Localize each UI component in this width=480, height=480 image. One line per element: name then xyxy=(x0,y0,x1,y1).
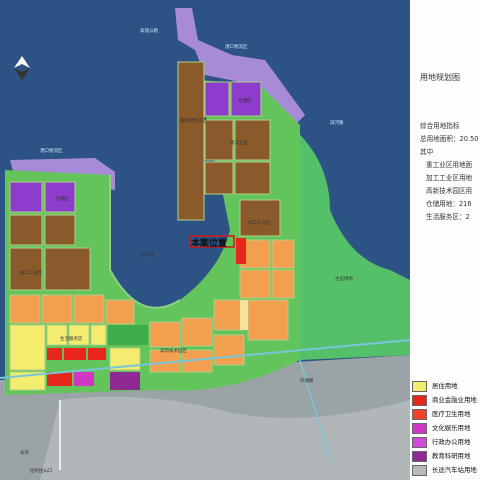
parcel-hitech-3 xyxy=(73,294,105,324)
parcel-heavy-4 xyxy=(234,161,271,195)
legend-swatch xyxy=(412,409,427,420)
parcel-res-2 xyxy=(46,324,68,346)
label-port-west: 港口物流区 xyxy=(40,149,63,154)
label-road-east: 滨河路 xyxy=(330,121,344,126)
total-area: 总用地面积：20.50 xyxy=(420,135,479,143)
parcel-hitech-15 xyxy=(247,299,289,341)
label-port-north: 港口物流区 xyxy=(225,45,248,50)
label-area-east: 生态绿地 xyxy=(335,277,353,282)
label-road-south: 环湖路 xyxy=(300,379,314,384)
legend-label: 商业金融业用地 xyxy=(432,396,477,404)
parcel-hitech-1 xyxy=(9,294,41,324)
label-lake: 金湾湖 xyxy=(140,253,154,258)
label-hitech: 高新技术园区 xyxy=(160,349,187,354)
stage: 金湾湖 重工业区 重机械加工区 加工工业区 加工工业区 高新技术园区 生活服务区… xyxy=(0,0,480,480)
zone-line: 高新技术园区用 xyxy=(426,187,473,195)
label-warehouse-e: 仓储区 xyxy=(238,99,252,104)
legend-swatch xyxy=(412,381,427,392)
parcel-res-4 xyxy=(90,324,107,346)
label-living: 生活服务区 xyxy=(60,337,83,342)
parcel-culture xyxy=(74,372,94,386)
parcel-hitech-5 xyxy=(149,321,181,348)
parcel-proc-w4 xyxy=(44,247,91,291)
label-processing-east: 加工工业区 xyxy=(248,221,271,226)
parcel-warehouse-w1 xyxy=(9,181,43,213)
parcel-hitech-2 xyxy=(41,294,73,324)
parcel-light-1 xyxy=(240,300,248,330)
zone-line: 生活服务区：2 xyxy=(426,213,470,221)
parcel-park xyxy=(108,325,148,345)
parcel-proc-w2 xyxy=(44,214,76,246)
section-title: 综合用地指标 xyxy=(420,122,460,130)
label-expressway: 高速公路 xyxy=(140,29,158,34)
label-heavy-industry: 重工业区 xyxy=(230,141,248,146)
parcel-hitech-13 xyxy=(271,239,295,269)
info-panel: 用地规划图 综合用地指标 总用地面积：20.50 其中 重工业区用地面 加工工业… xyxy=(410,0,480,480)
zone-line: 仓储用地：216 xyxy=(426,200,472,208)
legend-swatch xyxy=(412,451,427,462)
parcel-hitech-12 xyxy=(239,269,271,299)
parcel-heavy-1 xyxy=(204,119,234,161)
label-processing: 加工工业区 xyxy=(20,271,43,276)
parcel-heavy-5 xyxy=(239,199,281,237)
legend-label: 行政办公用地 xyxy=(432,438,471,446)
legend-label: 长途汽车站用地 xyxy=(432,466,477,474)
among-label: 其中 xyxy=(420,148,434,156)
parcel-heavy-3 xyxy=(204,161,234,195)
legend-swatch xyxy=(412,437,427,448)
project-site-marker xyxy=(236,238,246,264)
legend-swatch xyxy=(412,465,427,476)
legend-label: 医疗卫生用地 xyxy=(432,410,471,418)
legend-swatch xyxy=(412,395,427,406)
parcel-hitech-6 xyxy=(181,317,213,347)
parcel-res-1 xyxy=(9,324,46,371)
legend-label: 教育科研用地 xyxy=(432,452,471,460)
parcel-hitech-4 xyxy=(105,299,135,325)
parcel-com-2 xyxy=(64,348,86,360)
panel-title: 用地规划图 xyxy=(420,73,460,82)
parcel-heavy-north xyxy=(177,61,205,221)
parcel-hitech-14 xyxy=(271,269,295,299)
parcel-warehouse-n1 xyxy=(204,81,230,117)
label-warehouse-w: 仓储区 xyxy=(55,197,69,202)
label-heavy-small: 重机械加工区 xyxy=(180,119,207,124)
parcel-res-3 xyxy=(68,324,90,346)
project-site-label: 本案位置 xyxy=(191,239,228,249)
parcel-proc-w3 xyxy=(9,247,43,291)
label-village: 东岸 xyxy=(20,451,29,456)
parcel-com-1 xyxy=(47,348,62,360)
zone-line: 加工工业区用地 xyxy=(426,174,473,182)
legend-label: 居住用地 xyxy=(432,382,458,390)
land-use-map[interactable]: 金湾湖 重工业区 重机械加工区 加工工业区 加工工业区 高新技术园区 生活服务区… xyxy=(0,0,411,480)
parcel-edu xyxy=(110,372,140,390)
parcel-com-3 xyxy=(88,348,106,360)
label-rail: 往阿拉山口 xyxy=(30,469,53,474)
legend-label: 文化娱乐用地 xyxy=(432,424,471,432)
legend-swatch xyxy=(412,423,427,434)
zone-line: 重工业区用地面 xyxy=(426,161,473,169)
parcel-proc-w1 xyxy=(9,214,43,246)
parcel-hitech-7 xyxy=(213,299,245,331)
parcel-hitech-10 xyxy=(213,334,245,366)
